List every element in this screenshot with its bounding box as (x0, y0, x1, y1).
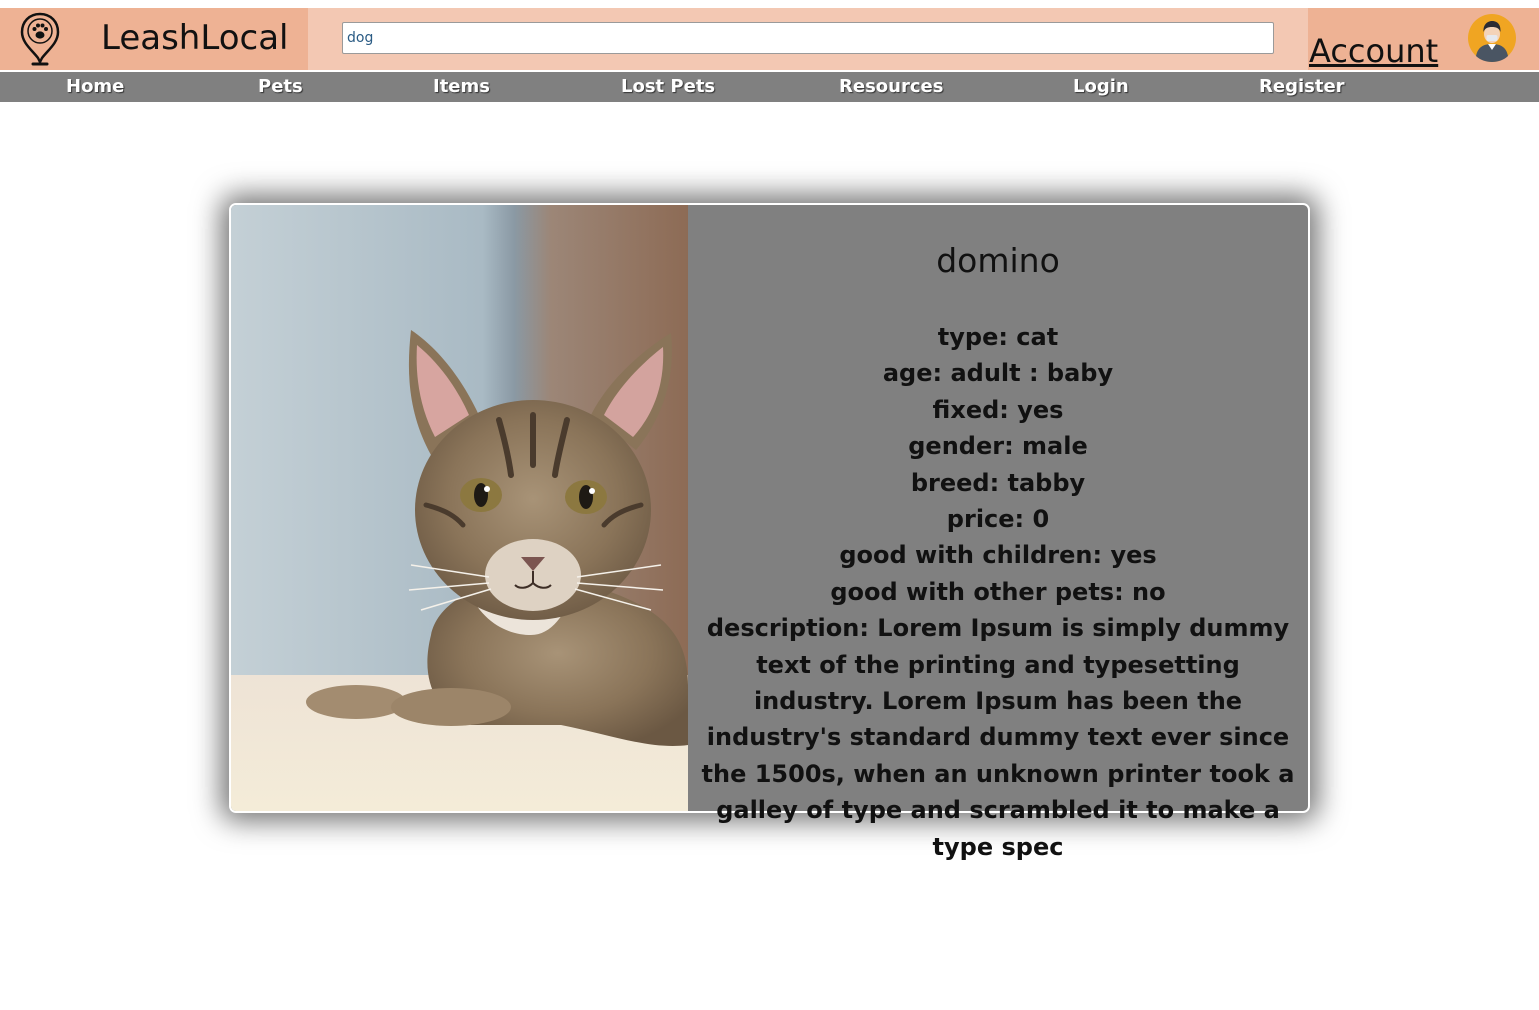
brand-area: LeashLocal (0, 8, 308, 70)
main-nav: Home Pets Items Lost Pets Resources Logi… (0, 72, 1539, 102)
search-input[interactable] (342, 22, 1274, 54)
brand-name[interactable]: LeashLocal (101, 16, 288, 60)
pet-description: description: Lorem Ipsum is simply dummy… (701, 614, 1295, 861)
account-link[interactable]: Account (1309, 32, 1438, 70)
nav-item-items[interactable]: Items (433, 75, 490, 99)
nav-item-pets[interactable]: Pets (258, 75, 303, 99)
tabby-cat-photo (231, 205, 688, 811)
account-area: Account (1308, 8, 1539, 70)
pet-price: price: 0 (946, 505, 1050, 534)
nav-item-login[interactable]: Login (1073, 75, 1129, 99)
paw-location-pin-icon[interactable] (20, 12, 60, 66)
pet-gender: gender: male (908, 432, 1088, 461)
pet-breed: breed: tabby (910, 468, 1086, 497)
pet-attributes: type: cat age: adult : baby fixed: yes g… (688, 319, 1308, 865)
pet-card: domino type: cat age: adult : baby fixed… (229, 203, 1310, 861)
nav-item-lost-pets[interactable]: Lost Pets (621, 75, 715, 99)
pet-photo (231, 205, 688, 811)
pet-type: type: cat (937, 323, 1059, 351)
pet-details: domino type: cat age: adult : baby fixed… (688, 205, 1308, 861)
pet-fixed: fixed: yes (932, 395, 1064, 424)
nav-item-home[interactable]: Home (66, 75, 124, 99)
pet-good-with-other-pets: good with other pets: no (830, 577, 1166, 606)
nav-item-register[interactable]: Register (1259, 75, 1345, 99)
nav-item-resources[interactable]: Resources (839, 75, 943, 99)
user-avatar-icon[interactable] (1468, 14, 1516, 62)
pet-age: age: adult : baby (882, 359, 1114, 388)
site-header: LeashLocal Account (0, 8, 1539, 70)
pet-good-with-children: good with children: yes (839, 541, 1157, 570)
pet-name: domino (936, 241, 1060, 280)
